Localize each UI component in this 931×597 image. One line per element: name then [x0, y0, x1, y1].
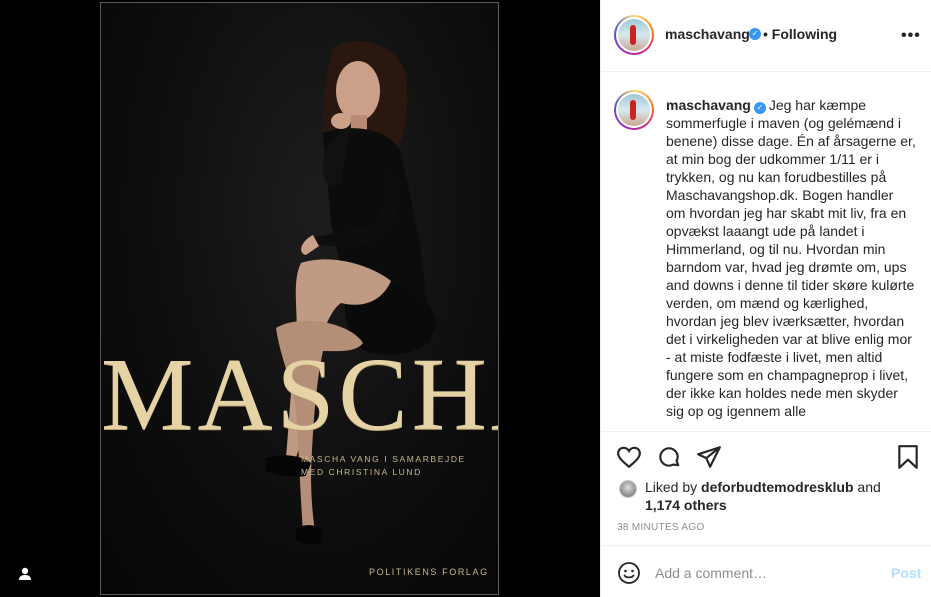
cover-title: MASCHA [101, 337, 498, 452]
paper-plane-icon[interactable] [696, 444, 722, 470]
others-count[interactable]: 1,174 others [645, 497, 727, 513]
user-icon[interactable] [16, 565, 34, 583]
verified-badge-icon: ✓ [753, 102, 766, 114]
post-header: maschavang ✓ • Following ••• [601, 0, 931, 72]
more-options-icon[interactable]: ••• [901, 27, 921, 45]
comment-icon[interactable] [656, 444, 682, 470]
liked-by-prefix: Liked by [645, 479, 698, 495]
post-sidebar: maschavang ✓ • Following ••• maschavang ✓… [600, 0, 931, 597]
following-button[interactable]: • Following [763, 26, 837, 42]
book-cover-image[interactable]: MASCHA MASCHA VANG I SAMARBEJDE MED CHRI… [100, 2, 499, 595]
author-avatar[interactable] [614, 15, 654, 55]
comment-input[interactable] [655, 560, 875, 586]
caption-avatar[interactable] [614, 90, 654, 130]
liker-avatar[interactable] [619, 480, 637, 498]
heart-icon[interactable] [616, 444, 642, 470]
smiley-icon[interactable] [617, 561, 641, 585]
action-bar [601, 433, 931, 481]
cover-subtitle-line1: MASCHA VANG I SAMARBEJDE [301, 454, 466, 464]
cover-subtitle: MASCHA VANG I SAMARBEJDE MED CHRISTINA L… [301, 453, 491, 479]
caption: maschavang ✓ Jeg har kæmpe sommerfugle i m… [666, 96, 916, 420]
verified-badge-icon: ✓ [749, 28, 761, 40]
caption-text: Jeg har kæmpe sommerfugle i maven (og ge… [666, 97, 916, 419]
cover-photo [266, 41, 436, 545]
comment-form: Post [601, 545, 931, 597]
bookmark-icon[interactable] [895, 444, 921, 470]
caption-section: maschavang ✓ Jeg har kæmpe sommerfugle i m… [601, 72, 931, 432]
liked-by-and: and [857, 479, 881, 495]
cover-publisher: POLITIKENS FORLAG [369, 567, 489, 577]
caption-username[interactable]: maschavang [666, 97, 751, 113]
media-area: MASCHA MASCHA VANG I SAMARBEJDE MED CHRI… [0, 0, 600, 597]
post-button[interactable]: Post [891, 565, 921, 581]
author-username[interactable]: maschavang [665, 26, 750, 42]
post-timestamp[interactable]: 38 MINUTES AGO [617, 522, 705, 533]
cover-subtitle-line2: MED CHRISTINA LUND [301, 467, 422, 477]
liked-by-user[interactable]: deforbudtemodresklub [701, 479, 853, 495]
